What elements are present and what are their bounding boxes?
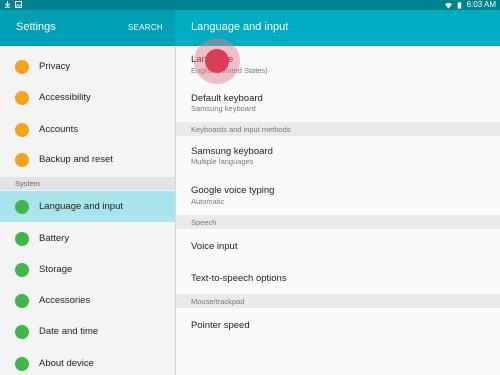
section-header-system: System xyxy=(0,177,175,190)
touch-indicator-dot xyxy=(205,49,229,73)
image-icon xyxy=(15,1,22,8)
setting-title: Google voice typing xyxy=(191,185,275,196)
setting-title: Samsung keyboard xyxy=(191,146,273,157)
storage-icon xyxy=(15,262,29,277)
section-header-speech: Speech xyxy=(176,215,500,229)
sidebar-item-label: Accounts xyxy=(39,124,79,135)
privacy-icon xyxy=(15,59,29,74)
sidebar-item-label: Storage xyxy=(39,264,73,275)
language-and-input-list: Language English (United States) Default… xyxy=(176,46,500,375)
sidebar-item-storage[interactable]: Storage xyxy=(0,254,175,285)
backup-icon xyxy=(15,152,29,167)
status-time: 6:03 AM xyxy=(466,0,496,9)
sidebar-item-label: Privacy xyxy=(39,61,71,72)
sidebar-item-label: Accessibility xyxy=(39,92,91,103)
setting-pointer-speed[interactable]: Pointer speed xyxy=(176,308,500,340)
sidebar-item-label: Date and time xyxy=(39,326,99,337)
setting-title: Text-to-speech options xyxy=(191,273,287,284)
sidebar-item-date-and-time[interactable]: Date and time xyxy=(0,316,175,347)
battery-icon xyxy=(457,1,461,9)
section-label: System xyxy=(15,179,41,188)
sidebar-item-label: Backup and reset xyxy=(39,154,113,165)
setting-subtitle: Samsung keyboard xyxy=(191,104,256,113)
setting-voice-input[interactable]: Voice input xyxy=(176,229,500,261)
sidebar-item-label: About device xyxy=(39,358,94,369)
sidebar-item-accessories[interactable]: Accessories xyxy=(0,285,175,316)
sidebar-item-backup-and-reset[interactable]: Backup and reset xyxy=(0,144,175,175)
accessibility-icon xyxy=(15,90,29,105)
download-icon xyxy=(4,1,11,8)
accessories-icon xyxy=(15,293,29,308)
page-title: Language and input xyxy=(191,21,289,33)
sidebar-item-about-device[interactable]: About device xyxy=(0,348,175,375)
setting-title: Pointer speed xyxy=(191,320,250,331)
sidebar-item-accessibility[interactable]: Accessibility xyxy=(0,82,175,113)
calendar-icon xyxy=(15,324,29,339)
section-label: Keyboards and input methods xyxy=(191,125,291,134)
info-icon xyxy=(15,356,29,371)
status-left-icons xyxy=(4,1,22,8)
setting-subtitle: Automatic xyxy=(191,197,225,206)
section-header-keyboards: Keyboards and input methods xyxy=(176,122,500,136)
sidebar-item-accounts[interactable]: Accounts xyxy=(0,114,175,145)
key-icon xyxy=(15,122,29,137)
section-header-mouse-trackpad: Mouse/trackpad xyxy=(176,294,500,308)
setting-default-keyboard[interactable]: Default keyboard Samsung keyboard xyxy=(176,86,500,121)
language-icon xyxy=(15,199,29,214)
section-label: Mouse/trackpad xyxy=(191,297,245,306)
settings-app-bar: Settings SEARCH xyxy=(0,10,175,46)
search-button[interactable]: SEARCH xyxy=(128,23,163,32)
sidebar-item-battery[interactable]: Battery xyxy=(0,223,175,254)
setting-google-voice-typing[interactable]: Google voice typing Automatic xyxy=(176,174,500,214)
setting-subtitle: Multiple languages xyxy=(191,157,254,166)
setting-title: Voice input xyxy=(191,241,238,252)
sidebar-item-privacy[interactable]: Privacy xyxy=(0,51,175,82)
wifi-icon xyxy=(444,2,452,9)
setting-text-to-speech-options[interactable]: Text-to-speech options xyxy=(176,261,500,294)
sidebar-item-label: Battery xyxy=(39,233,70,244)
sidebar-item-label: Accessories xyxy=(39,295,91,306)
status-right: 6:03 AM xyxy=(444,0,496,10)
setting-title: Default keyboard xyxy=(191,93,263,104)
sidebar-item-label: Language and input xyxy=(39,201,123,212)
settings-title: Settings xyxy=(16,21,56,33)
section-label: Speech xyxy=(191,218,217,227)
sidebar-item-language-and-input[interactable]: Language and input xyxy=(0,191,175,222)
setting-samsung-keyboard[interactable]: Samsung keyboard Multiple languages xyxy=(176,136,500,174)
battery-icon xyxy=(15,231,29,246)
settings-category-list: Privacy Accessibility Accounts Backup an… xyxy=(0,46,175,375)
status-bar: 6:03 AM xyxy=(0,0,500,10)
